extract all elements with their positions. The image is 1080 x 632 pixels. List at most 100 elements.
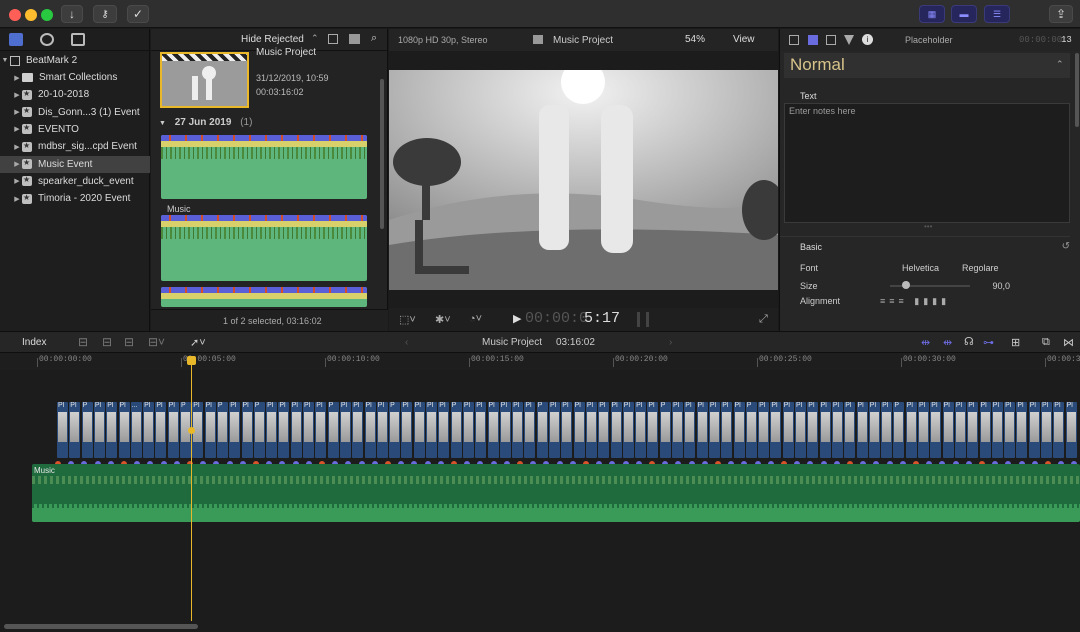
audio-clip-thumbnail[interactable] bbox=[161, 135, 367, 199]
title-clip[interactable]: Pl bbox=[549, 402, 560, 458]
title-clip[interactable]: Pl bbox=[942, 402, 954, 458]
title-clip[interactable]: Pl bbox=[622, 402, 634, 458]
title-clip[interactable]: Pl bbox=[758, 402, 770, 458]
title-clip[interactable]: Pl bbox=[69, 402, 81, 458]
sidebar-item-event[interactable]: ▶ spearker_duck_event bbox=[0, 173, 150, 190]
title-clip[interactable]: P bbox=[659, 402, 671, 458]
fullscreen-icon[interactable]: ⤢ bbox=[759, 313, 768, 326]
title-clip[interactable]: Pl bbox=[278, 402, 290, 458]
disclosure-open-icon[interactable]: ▼ bbox=[159, 120, 166, 127]
basic-section-header[interactable]: Basic ↺ bbox=[780, 236, 1070, 256]
title-clip[interactable]: Pl bbox=[770, 402, 782, 458]
background-tasks-button[interactable]: ✓ bbox=[127, 5, 149, 23]
title-clip[interactable]: ... bbox=[130, 402, 142, 458]
title-clip[interactable]: Pl bbox=[918, 402, 929, 458]
size-slider[interactable] bbox=[890, 281, 970, 289]
title-clip[interactable]: Pl bbox=[954, 402, 966, 458]
select-tool-icon[interactable]: ➚˅ bbox=[190, 336, 206, 349]
audio-skimming-icon[interactable]: ⇹ bbox=[943, 336, 952, 349]
filter-popup[interactable]: Hide Rejected bbox=[241, 34, 304, 45]
libraries-icon[interactable] bbox=[9, 33, 23, 46]
disclosure-open-icon[interactable]: ▼ bbox=[0, 57, 10, 64]
title-clip[interactable]: P bbox=[216, 402, 228, 458]
title-clip[interactable]: Pl bbox=[1041, 402, 1052, 458]
title-clip[interactable]: Pl bbox=[512, 402, 524, 458]
timeline-ruler[interactable]: 00:00:00:00 00:00:05:00 00:00:10:00 00:00:1… bbox=[0, 353, 1080, 370]
title-clip[interactable]: Pl bbox=[733, 402, 745, 458]
title-clip[interactable]: Pl bbox=[487, 402, 499, 458]
resize-handle[interactable]: ••• bbox=[924, 222, 932, 231]
title-clip[interactable]: Pl bbox=[376, 402, 388, 458]
transform-icon[interactable]: ⬚˅ bbox=[399, 313, 416, 326]
title-clip[interactable]: Pl bbox=[696, 402, 708, 458]
title-clip[interactable]: Pl bbox=[1016, 402, 1028, 458]
title-clip[interactable]: Pl bbox=[364, 402, 376, 458]
append-clip-icon[interactable]: ⊟ bbox=[124, 335, 134, 349]
title-clip[interactable]: Pl bbox=[1004, 402, 1016, 458]
titles-generators-icon[interactable] bbox=[71, 33, 85, 46]
zoom-popup[interactable]: 54% bbox=[685, 34, 705, 45]
sidebar-item-event[interactable]: ▶ 20-10-2018 bbox=[0, 86, 150, 103]
sidebar-item-event[interactable]: ▶ mdbsr_sig...cpd Event bbox=[0, 138, 150, 155]
title-clip[interactable]: Pl bbox=[647, 402, 659, 458]
title-clip[interactable]: Pl bbox=[905, 402, 917, 458]
import-button[interactable]: ↓ bbox=[61, 5, 83, 23]
title-clip[interactable]: Pl bbox=[524, 402, 536, 458]
insert-clip-icon[interactable]: ⊟ bbox=[102, 335, 112, 349]
title-clip[interactable]: Pl bbox=[795, 402, 806, 458]
title-clip[interactable]: Pl bbox=[684, 402, 696, 458]
title-clip[interactable]: Pl bbox=[807, 402, 819, 458]
filmstrip-icon[interactable] bbox=[826, 35, 836, 45]
title-clip[interactable]: Pl bbox=[290, 402, 302, 458]
sidebar-item-event[interactable]: ▶ Dis_Gonn...3 (1) Event bbox=[0, 104, 150, 121]
title-clip[interactable]: Pl bbox=[573, 402, 585, 458]
title-clip[interactable]: P bbox=[893, 402, 905, 458]
transitions-browser-icon[interactable]: ⋈ bbox=[1063, 336, 1074, 349]
title-clip[interactable]: Pl bbox=[266, 402, 278, 458]
playhead-handle[interactable] bbox=[187, 356, 196, 365]
browser-scrollbar[interactable] bbox=[380, 79, 384, 229]
disclosure-closed-icon[interactable]: ▶ bbox=[12, 125, 22, 133]
disclosure-closed-icon[interactable]: ▶ bbox=[12, 143, 22, 151]
sidebar-item-smart-collections[interactable]: ▶ Smart Collections bbox=[0, 69, 150, 86]
title-clip[interactable]: Pl bbox=[1028, 402, 1040, 458]
info-icon[interactable]: i bbox=[862, 34, 873, 45]
title-clip[interactable]: Pl bbox=[868, 402, 880, 458]
title-clip[interactable]: Pl bbox=[204, 402, 216, 458]
title-clip[interactable]: Pl bbox=[930, 402, 942, 458]
title-clip[interactable]: P bbox=[745, 402, 757, 458]
title-clip[interactable]: Pl bbox=[856, 402, 868, 458]
title-clip[interactable]: Pl bbox=[819, 402, 831, 458]
title-clip[interactable]: Pl bbox=[635, 402, 647, 458]
title-clip[interactable]: P bbox=[389, 402, 401, 458]
audio-clip-thumbnail[interactable] bbox=[161, 215, 367, 281]
close-window-button[interactable] bbox=[9, 9, 21, 21]
photos-audio-icon[interactable] bbox=[40, 33, 54, 46]
inspector-scrollbar[interactable] bbox=[1075, 53, 1079, 127]
viewer-canvas[interactable] bbox=[389, 70, 778, 316]
enhance-icon[interactable]: ✱˅ bbox=[435, 313, 451, 326]
disclosure-closed-icon[interactable]: ▶ bbox=[12, 91, 22, 99]
back-arrow-icon[interactable]: ‹ bbox=[405, 337, 408, 348]
title-clip[interactable]: Pl bbox=[315, 402, 327, 458]
title-clip[interactable]: Pl bbox=[413, 402, 425, 458]
reset-icon[interactable]: ↺ bbox=[1062, 241, 1070, 252]
font-popup[interactable]: Helvetica bbox=[902, 263, 939, 273]
play-icon[interactable]: ▶ bbox=[513, 312, 521, 325]
title-clip[interactable]: Pl bbox=[438, 402, 450, 458]
title-clip[interactable]: Pl bbox=[967, 402, 979, 458]
title-clip[interactable]: Pl bbox=[782, 402, 794, 458]
filter-chevron-icon[interactable]: ⌃ bbox=[311, 33, 319, 44]
playhead[interactable] bbox=[191, 356, 192, 621]
keywords-button[interactable]: ⚷ bbox=[93, 5, 117, 23]
sidebar-item-event[interactable]: ▶ Timoria - 2020 Event bbox=[0, 190, 150, 207]
disclosure-closed-icon[interactable]: ▶ bbox=[12, 195, 22, 203]
project-thumbnail[interactable] bbox=[160, 52, 249, 108]
title-clip[interactable]: Pl bbox=[991, 402, 1003, 458]
clip-appearance-icon[interactable]: ⊞ bbox=[1011, 336, 1020, 349]
title-clip[interactable]: Pl bbox=[598, 402, 610, 458]
search-icon[interactable]: ⌕ bbox=[371, 32, 377, 45]
title-clip[interactable]: Pl bbox=[106, 402, 118, 458]
audio-clip[interactable]: Music bbox=[32, 464, 1080, 522]
title-clip[interactable]: Pl bbox=[831, 402, 843, 458]
